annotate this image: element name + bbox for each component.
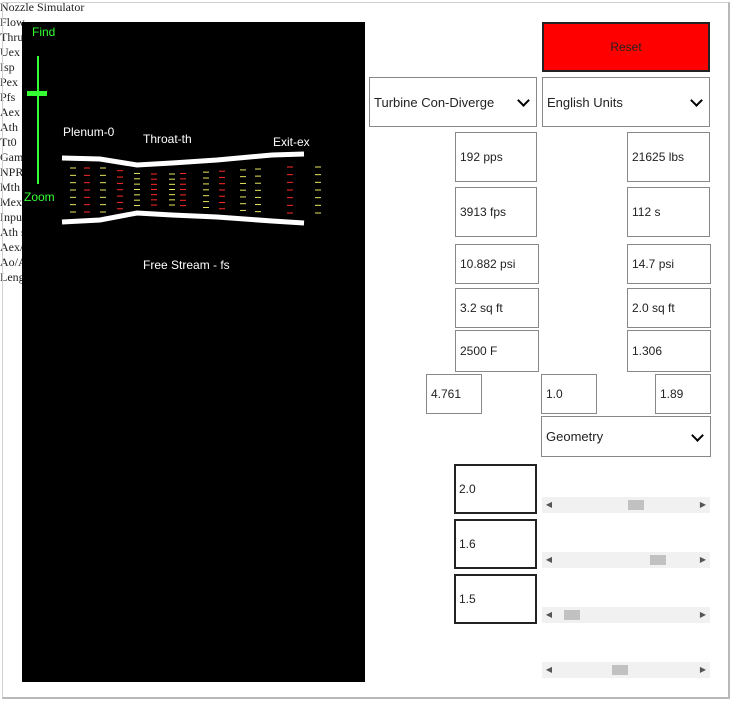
ath-field[interactable]: 2.0 sq ft: [627, 288, 711, 328]
flow-lines: [70, 166, 321, 214]
input-panel-value: Geometry: [546, 429, 604, 444]
nozzle-upper-wall: [61, 151, 305, 168]
mex-field[interactable]: 1.89: [655, 374, 711, 414]
aoath-input[interactable]: 1.5: [454, 574, 537, 624]
left-arrow-icon[interactable]: ◀: [542, 552, 556, 568]
pex-field[interactable]: 10.882 psi: [455, 244, 539, 284]
mth-field[interactable]: 1.0: [541, 374, 597, 414]
isp-field[interactable]: 112 s: [627, 187, 710, 237]
chevron-down-icon: [517, 94, 530, 107]
units-select[interactable]: English Units: [542, 77, 710, 127]
nozzle-lower-wall: [61, 210, 305, 226]
length-slider-thumb[interactable]: [612, 665, 628, 675]
aoath-slider-thumb[interactable]: [564, 610, 580, 620]
reset-button[interactable]: Reset: [542, 22, 710, 72]
right-arrow-icon[interactable]: ▶: [696, 607, 710, 623]
nozzle-diagram: [61, 151, 321, 226]
left-arrow-icon[interactable]: ◀: [542, 662, 556, 678]
units-value: English Units: [547, 94, 623, 110]
ath-slider-thumb[interactable]: [627, 500, 644, 510]
left-arrow-icon[interactable]: ◀: [542, 607, 556, 623]
aexath-input[interactable]: 1.6: [454, 519, 537, 569]
chevron-down-icon: [691, 428, 704, 442]
right-arrow-icon[interactable]: ▶: [696, 552, 710, 568]
right-arrow-icon[interactable]: ▶: [696, 497, 710, 513]
ath-slider[interactable]: ◀ ▶: [542, 497, 710, 513]
uex-field[interactable]: 3913 fps: [455, 187, 537, 237]
gamma-field[interactable]: 1.306: [627, 330, 711, 372]
nozzle-type-select[interactable]: Turbine Con-Diverge: [369, 77, 537, 127]
aex-field[interactable]: 3.2 sq ft: [455, 288, 539, 328]
flow-field[interactable]: 192 pps: [455, 132, 537, 182]
input-panel-select[interactable]: Geometry: [541, 416, 711, 457]
pfs-field[interactable]: 14.7 psi: [627, 244, 711, 284]
aexath-slider-thumb[interactable]: [650, 555, 667, 565]
right-arrow-icon[interactable]: ▶: [696, 662, 710, 678]
aoath-slider[interactable]: ◀ ▶: [542, 607, 710, 623]
left-arrow-icon[interactable]: ◀: [542, 497, 556, 513]
chevron-down-icon: [690, 94, 703, 107]
aexath-slider[interactable]: ◀ ▶: [542, 552, 710, 568]
ath-input[interactable]: 2.0: [454, 464, 537, 514]
nozzle-type-value: Turbine Con-Diverge: [374, 94, 495, 110]
nozzle-viewer[interactable]: Find Zoom Plenum-0 Throat-th Exit-ex Fre…: [22, 22, 365, 682]
tt0-field[interactable]: 2500 F: [455, 330, 539, 372]
length-slider[interactable]: ◀ ▶: [542, 662, 710, 678]
npr-field[interactable]: 4.761: [426, 374, 482, 414]
thrust-field[interactable]: 21625 lbs: [627, 132, 710, 182]
